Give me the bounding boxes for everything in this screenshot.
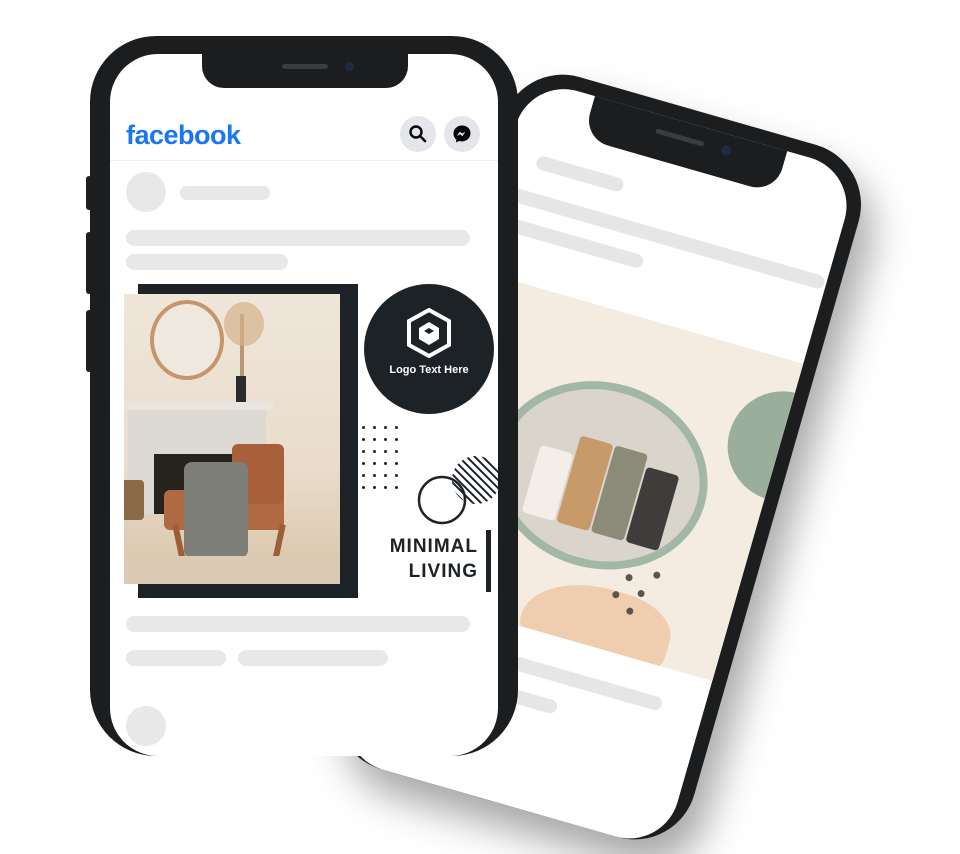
decor-outline-circle [417, 475, 467, 525]
volume-up-button [86, 232, 92, 294]
brand-logo-badge: Logo Text Here [364, 284, 494, 414]
search-button[interactable] [400, 116, 436, 152]
headline-line-1: MINIMAL [389, 536, 478, 557]
mantel [124, 402, 274, 410]
living-room-photo [124, 294, 340, 584]
camera-icon [719, 144, 733, 157]
silent-switch [86, 176, 92, 210]
vase [236, 376, 246, 402]
round-mirror [150, 300, 224, 380]
skeleton-line [126, 230, 470, 246]
decor-vertical-bar [486, 530, 491, 592]
headline: MINIMAL LIVING [366, 534, 478, 584]
decor-dots [474, 270, 839, 616]
floor-rug [124, 556, 340, 584]
speaker-grille [655, 128, 705, 147]
facebook-logo[interactable]: facebook [126, 120, 241, 151]
throw-blanket [184, 462, 248, 558]
front-phone-mockup: facebook Logo Text Here MINIMAL LIVING [86, 36, 518, 756]
skeleton-line [238, 650, 388, 666]
post-ad-image[interactable]: Logo Text Here MINIMAL LIVING [110, 284, 498, 604]
skeleton-line [126, 650, 226, 666]
logo-text: Logo Text Here [389, 364, 469, 376]
search-icon [409, 125, 427, 143]
pampas-grass [224, 302, 264, 346]
avatar-placeholder [126, 706, 166, 746]
skeleton-line [126, 616, 470, 632]
messenger-icon [453, 125, 471, 143]
speaker-grille [282, 64, 328, 69]
basket [124, 480, 144, 520]
skeleton-line [180, 186, 270, 200]
headline-line-2: LIVING [408, 561, 478, 582]
front-phone-notch [202, 54, 408, 88]
skeleton-line [126, 254, 288, 270]
volume-down-button [86, 310, 92, 372]
front-phone-screen: facebook Logo Text Here MINIMAL LIVING [110, 54, 498, 756]
skeleton-line [534, 154, 626, 194]
messenger-button[interactable] [444, 116, 480, 152]
avatar-placeholder [126, 172, 166, 212]
camera-icon [345, 62, 354, 71]
hexagon-logo-icon [407, 308, 451, 358]
